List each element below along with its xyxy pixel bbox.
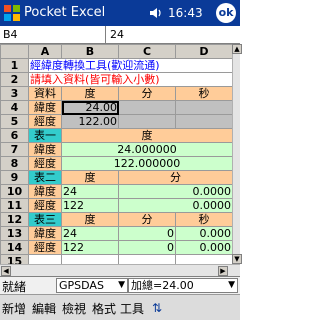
row-header[interactable]: 5 bbox=[0, 114, 29, 129]
cell-c4[interactable] bbox=[118, 100, 176, 115]
menu-view[interactable]: 檢視 bbox=[62, 300, 86, 317]
cell-d5[interactable] bbox=[175, 114, 233, 129]
row-header[interactable]: 1 bbox=[0, 58, 29, 73]
cell-c15[interactable] bbox=[118, 254, 176, 264]
cell-c11[interactable]: 0.0000 bbox=[118, 198, 233, 213]
cell-a15[interactable] bbox=[28, 254, 62, 264]
scroll-up-icon[interactable]: ▲ bbox=[232, 44, 242, 54]
menu-tools[interactable]: 工具 bbox=[120, 300, 144, 317]
column-header-c[interactable]: C bbox=[118, 44, 176, 59]
status-ready-text: 就緒 bbox=[2, 280, 27, 294]
row-header[interactable]: 7 bbox=[0, 142, 29, 157]
spreadsheet-grid: A B C D 1 經緯度轉換工具(歡迎流通) 2 請填入資料(皆可輸入小數) … bbox=[0, 44, 240, 264]
row-header[interactable]: 15 bbox=[0, 254, 29, 264]
clock[interactable]: 16:43 bbox=[168, 6, 203, 20]
cell-d15[interactable] bbox=[175, 254, 233, 264]
menu-new[interactable]: 新增 bbox=[2, 300, 26, 317]
row-header[interactable]: 6 bbox=[0, 128, 29, 143]
cell-a9-table2[interactable]: 表二 bbox=[28, 170, 62, 185]
cell-d12[interactable]: 秒 bbox=[175, 212, 233, 227]
cell-c10[interactable]: 0.0000 bbox=[118, 184, 233, 199]
column-header-d[interactable]: D bbox=[175, 44, 233, 59]
cell-c9[interactable]: 分 bbox=[118, 170, 233, 185]
cell-b13[interactable]: 24 bbox=[61, 226, 119, 241]
scroll-left-icon[interactable]: ◀ bbox=[1, 266, 11, 276]
status-bar: 就緒 GPSDAS ▼ 加總=24.00 ▼ bbox=[0, 276, 240, 294]
cell-a12-table3[interactable]: 表三 bbox=[28, 212, 62, 227]
column-header-a[interactable]: A bbox=[28, 44, 62, 59]
cell-a4[interactable]: 緯度 bbox=[28, 100, 62, 115]
cell-a1-title[interactable]: 經緯度轉換工具(歡迎流通) bbox=[28, 58, 233, 73]
cell-d13[interactable]: 0.000 bbox=[175, 226, 233, 241]
formula-input[interactable]: 24 bbox=[108, 26, 124, 43]
cell-c13[interactable]: 0 bbox=[118, 226, 176, 241]
cell-a5[interactable]: 經度 bbox=[28, 114, 62, 129]
sheet-selector[interactable]: GPSDAS ▼ bbox=[56, 278, 128, 293]
cell-a11[interactable]: 經度 bbox=[28, 198, 62, 213]
title-bar: Pocket Excel 16:43 ok bbox=[0, 0, 240, 26]
cell-b15[interactable] bbox=[61, 254, 119, 264]
cell-b10[interactable]: 24 bbox=[61, 184, 119, 199]
row-header[interactable]: 12 bbox=[0, 212, 29, 227]
cell-d4[interactable] bbox=[175, 100, 233, 115]
cell-b4-selected[interactable]: 24.00 bbox=[61, 100, 119, 115]
cell-c12[interactable]: 分 bbox=[118, 212, 176, 227]
cell-a13[interactable]: 緯度 bbox=[28, 226, 62, 241]
row-header[interactable]: 13 bbox=[0, 226, 29, 241]
cell-a3[interactable]: 資料 bbox=[28, 86, 62, 101]
cell-a2-instruction[interactable]: 請填入資料(皆可輸入小數) bbox=[28, 72, 233, 87]
menu-edit[interactable]: 編輯 bbox=[32, 300, 56, 317]
menu-bar: 新增 編輯 檢視 格式 工具 ⇅ bbox=[0, 294, 240, 320]
cell-b3[interactable]: 度 bbox=[61, 86, 119, 101]
row-header[interactable]: 9 bbox=[0, 170, 29, 185]
input-panel-toggle-icon[interactable]: ⇅ bbox=[152, 301, 162, 315]
corner-select-all[interactable] bbox=[0, 44, 29, 59]
ok-button[interactable]: ok bbox=[216, 3, 236, 23]
cell-b11[interactable]: 122 bbox=[61, 198, 119, 213]
sheet-name: GPSDAS bbox=[59, 279, 104, 292]
cell-b9[interactable]: 度 bbox=[61, 170, 119, 185]
cell-d3[interactable]: 秒 bbox=[175, 86, 233, 101]
autocalc-field[interactable]: 加總=24.00 ▼ bbox=[128, 278, 238, 293]
cell-a14[interactable]: 經度 bbox=[28, 240, 62, 255]
app-title: Pocket Excel bbox=[24, 5, 106, 20]
cell-reference-box[interactable]: B4 bbox=[0, 26, 106, 43]
cell-c5[interactable] bbox=[118, 114, 176, 129]
cell-a6-table1[interactable]: 表一 bbox=[28, 128, 62, 143]
scroll-right-icon[interactable]: ▶ bbox=[218, 266, 228, 276]
menu-format[interactable]: 格式 bbox=[92, 300, 116, 317]
column-header-b[interactable]: B bbox=[61, 44, 119, 59]
row-header[interactable]: 14 bbox=[0, 240, 29, 255]
cell-b5[interactable]: 122.00 bbox=[61, 114, 119, 129]
chevron-down-icon: ▼ bbox=[118, 280, 125, 290]
cell-a7[interactable]: 緯度 bbox=[28, 142, 62, 157]
cell-c3[interactable]: 分 bbox=[118, 86, 176, 101]
cell-a8[interactable]: 經度 bbox=[28, 156, 62, 171]
chevron-down-icon: ▼ bbox=[228, 280, 235, 290]
cell-a10[interactable]: 緯度 bbox=[28, 184, 62, 199]
horizontal-scrollbar[interactable]: ◀ ▶ bbox=[0, 264, 240, 276]
scroll-down-icon[interactable]: ▼ bbox=[232, 254, 242, 264]
cell-d14[interactable]: 0.000 bbox=[175, 240, 233, 255]
windows-start-icon[interactable] bbox=[3, 4, 21, 22]
vertical-scrollbar[interactable]: ▲ ▼ bbox=[232, 44, 242, 264]
cell-b8[interactable]: 122.000000 bbox=[61, 156, 233, 171]
row-header[interactable]: 8 bbox=[0, 156, 29, 171]
volume-icon[interactable] bbox=[149, 6, 163, 20]
row-header[interactable]: 10 bbox=[0, 184, 29, 199]
row-header[interactable]: 3 bbox=[0, 86, 29, 101]
cell-b6[interactable]: 度 bbox=[61, 128, 233, 143]
formula-bar: B4 24 bbox=[0, 26, 240, 44]
cell-b7[interactable]: 24.000000 bbox=[61, 142, 233, 157]
row-header[interactable]: 4 bbox=[0, 100, 29, 115]
cell-b12[interactable]: 度 bbox=[61, 212, 119, 227]
cell-b14[interactable]: 122 bbox=[61, 240, 119, 255]
cell-c14[interactable]: 0 bbox=[118, 240, 176, 255]
row-header[interactable]: 2 bbox=[0, 72, 29, 87]
row-header[interactable]: 11 bbox=[0, 198, 29, 213]
autocalc-value: 加總=24.00 bbox=[131, 279, 194, 292]
